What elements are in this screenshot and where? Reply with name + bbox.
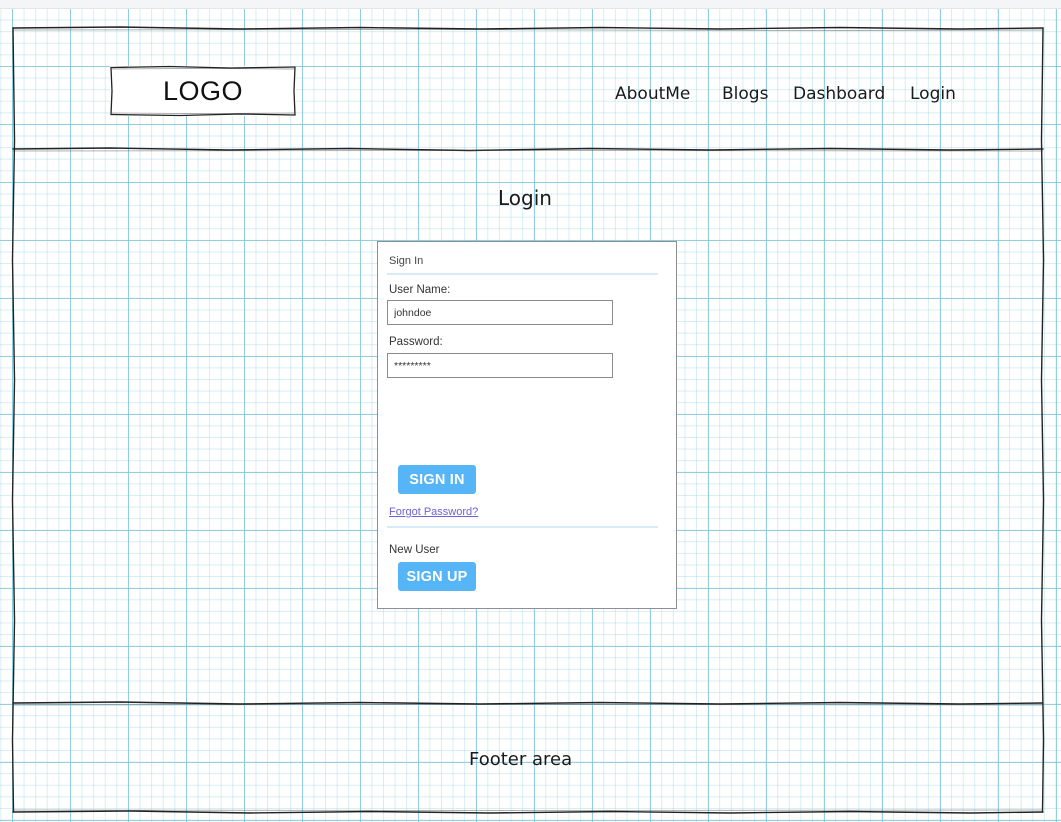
sign-in-button[interactable]: SIGN IN [398, 465, 476, 494]
new-user-label: New User [389, 544, 440, 556]
password-input[interactable] [387, 353, 613, 378]
login-panel: Sign In User Name: Password: SIGN IN For… [377, 241, 677, 609]
forgot-password-link[interactable]: Forgot Password? [389, 506, 478, 518]
footer-text: Footer area [469, 749, 573, 770]
header-divider [12, 147, 1044, 152]
frame-bottom-line [12, 810, 1044, 814]
username-label: User Name: [389, 284, 451, 296]
nav-item-blogs[interactable]: Blogs [722, 84, 768, 104]
nav-item-aboutme[interactable]: AboutMe [615, 84, 690, 104]
frame-top-line [12, 26, 1044, 30]
sign-up-button[interactable]: SIGN UP [398, 562, 476, 591]
footer-divider [12, 701, 1044, 705]
logo[interactable]: LOGO [110, 65, 296, 117]
panel-divider-top [387, 273, 658, 275]
username-input[interactable] [387, 300, 613, 325]
frame-left-line [11, 27, 16, 813]
sign-in-header: Sign In [389, 255, 424, 267]
password-label: Password: [389, 336, 443, 348]
nav-item-dashboard[interactable]: Dashboard [793, 84, 885, 104]
frame-right-line [1040, 27, 1045, 813]
nav-item-login[interactable]: Login [910, 84, 956, 104]
top-strip [0, 0, 1061, 9]
page-title: Login [498, 186, 552, 210]
logo-text: LOGO [162, 75, 244, 106]
panel-divider-bottom [387, 526, 658, 528]
